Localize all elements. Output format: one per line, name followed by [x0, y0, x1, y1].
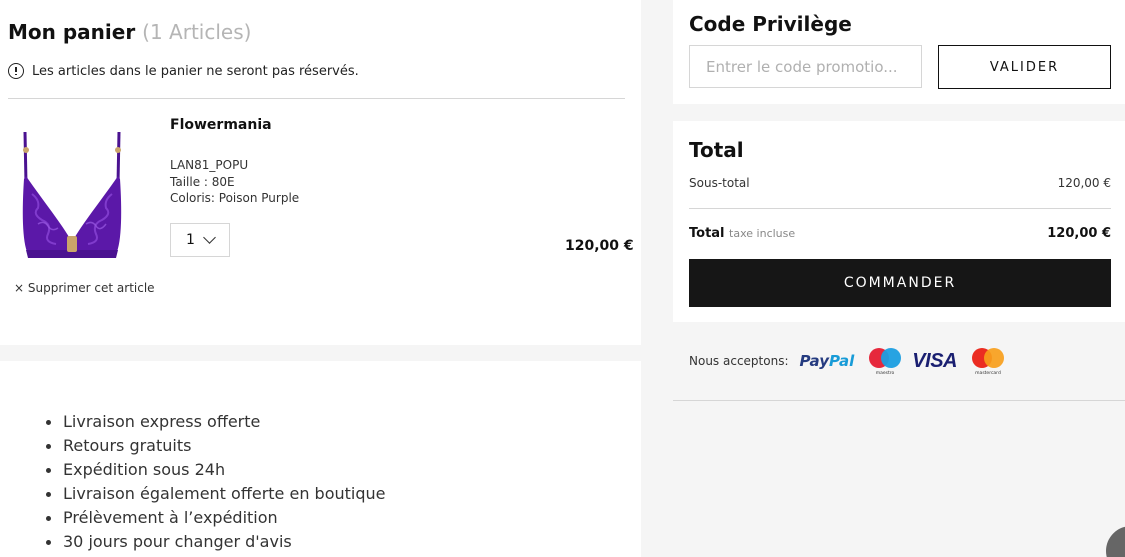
reservation-notice-text: Les articles dans le panier ne seront pa…: [32, 63, 359, 79]
benefit-item: Expédition sous 24h: [46, 458, 385, 482]
mastercard-logo-icon: mastercard: [971, 348, 1004, 376]
checkout-button[interactable]: COMMANDER: [689, 259, 1111, 307]
benefit-item: Livraison express offerte: [46, 410, 385, 434]
validate-promo-button[interactable]: VALIDER: [938, 45, 1111, 89]
divider: [689, 208, 1111, 209]
info-icon: [8, 63, 24, 79]
benefit-item: Retours gratuits: [46, 434, 385, 458]
paypal-pal-text: Pal: [828, 352, 855, 370]
cart-panel: Mon panier (1 Articles) Les articles dan…: [0, 0, 641, 345]
subtotal-label: Sous-total: [689, 176, 750, 190]
payment-methods: Nous acceptons: PayPal maestro VISA mast…: [689, 346, 1015, 376]
item-price: 120,00 €: [565, 238, 634, 254]
mastercard-text: mastercard: [975, 370, 1001, 376]
chevron-down-icon: [203, 231, 216, 244]
payments-label: Nous acceptons:: [689, 354, 789, 368]
maestro-logo-icon: maestro: [869, 348, 902, 376]
promo-code-input[interactable]: [689, 45, 922, 88]
benefits-list: Livraison express offerte Retours gratui…: [46, 410, 385, 554]
promo-panel: Code Privilège VALIDER: [673, 0, 1125, 104]
total-title: Total: [689, 138, 744, 162]
total-label-text: Total: [689, 226, 725, 241]
reservation-notice: Les articles dans le panier ne seront pa…: [8, 63, 359, 79]
quantity-value: 1: [186, 232, 195, 248]
divider: [8, 98, 625, 99]
product-color: Coloris: Poison Purple: [170, 191, 300, 205]
subtotal-value: 120,00 €: [1057, 176, 1111, 190]
cart-title-text: Mon panier: [8, 20, 136, 44]
promo-title: Code Privilège: [689, 12, 852, 36]
benefit-item: Prélèvement à l’expédition: [46, 506, 385, 530]
purple-lace-bra-icon: [22, 131, 122, 258]
product-name[interactable]: Flowermania: [170, 117, 272, 133]
benefit-item: Livraison également offerte en boutique: [46, 482, 385, 506]
total-value: 120,00 €: [1047, 226, 1111, 241]
maestro-text: maestro: [876, 370, 895, 376]
tax-note: taxe incluse: [729, 227, 796, 240]
divider: [673, 400, 1125, 401]
scroll-to-top-button[interactable]: [1106, 526, 1125, 557]
total-label: Total taxe incluse: [689, 226, 795, 241]
total-panel: Total Sous-total 120,00 € Total taxe inc…: [673, 121, 1125, 322]
visa-logo: VISA: [912, 349, 957, 372]
quantity-select[interactable]: 1: [170, 223, 230, 257]
product-size: Taille : 80E: [170, 175, 235, 189]
product-image[interactable]: [12, 124, 130, 264]
product-reference: LAN81_POPU: [170, 158, 249, 172]
paypal-pay-text: Pay: [799, 352, 829, 370]
cart-title: Mon panier (1 Articles): [8, 20, 251, 44]
cart-item-count: (1 Articles): [142, 20, 252, 44]
remove-item-link[interactable]: × Supprimer cet article: [14, 281, 155, 295]
benefit-item: 30 jours pour changer d'avis: [46, 530, 385, 554]
paypal-logo: PayPal: [800, 352, 855, 370]
